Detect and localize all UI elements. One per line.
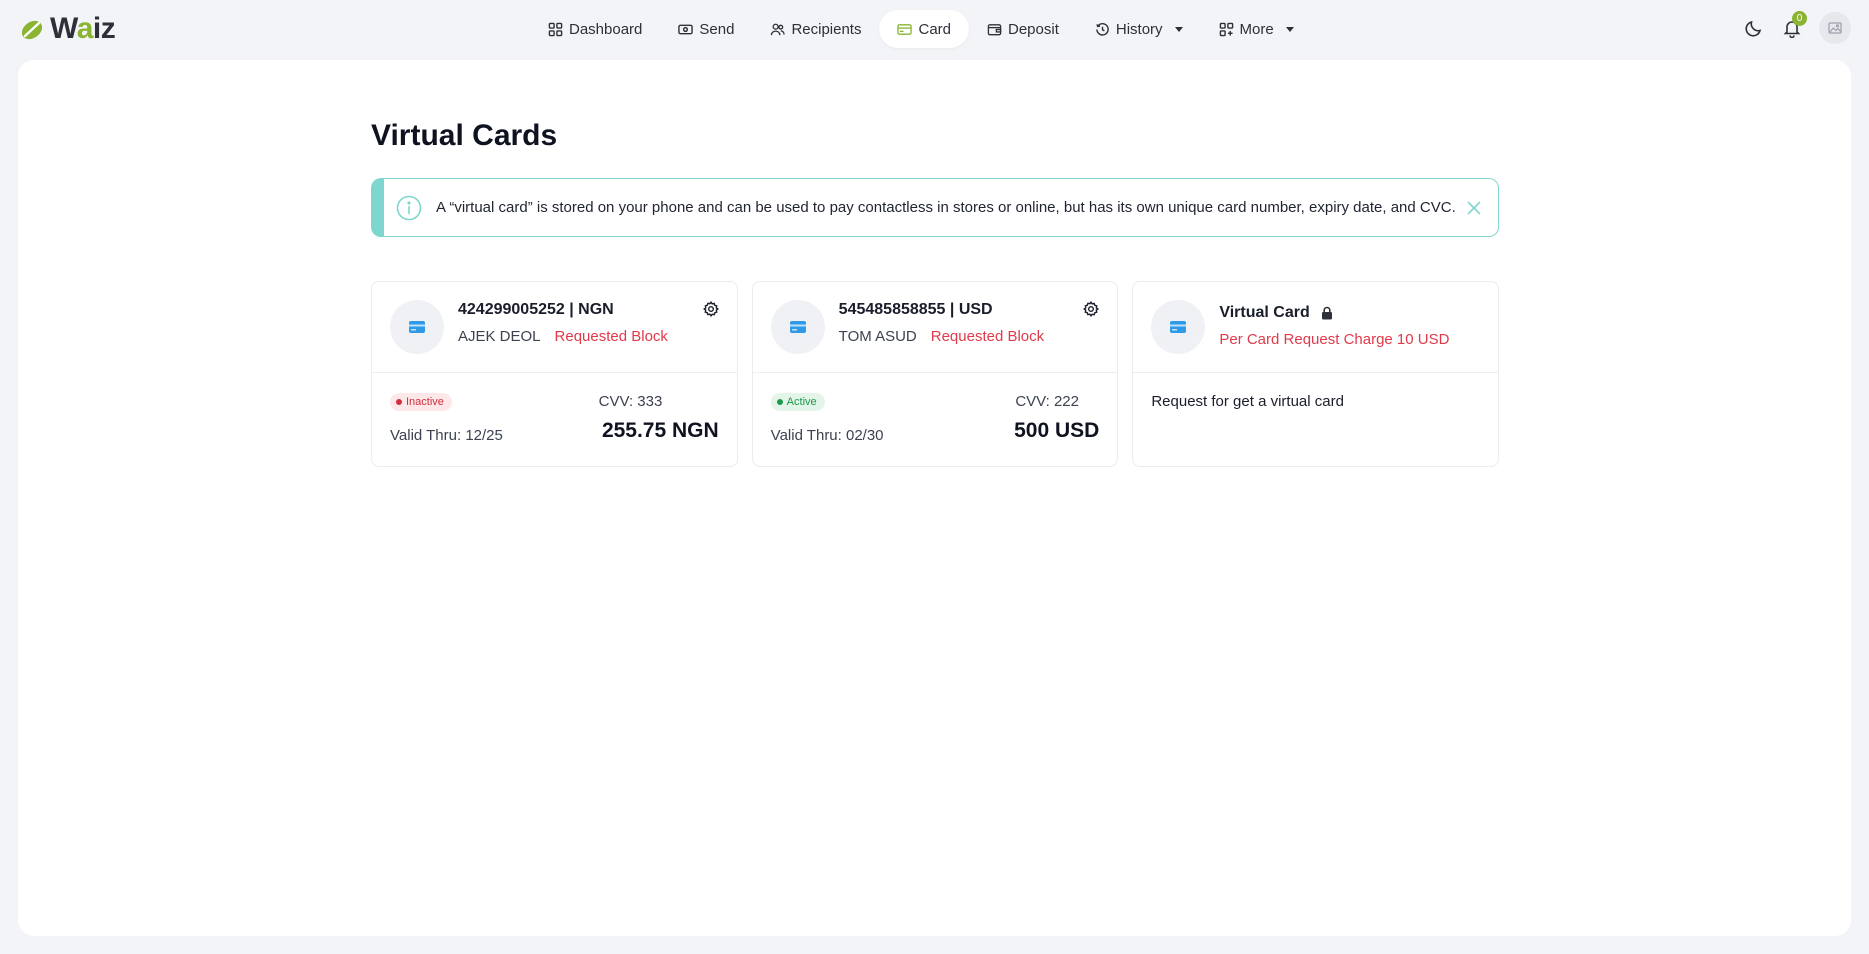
apps-icon <box>1219 22 1233 36</box>
nav-more[interactable]: More <box>1201 10 1312 48</box>
valid-thru: Valid Thru: 02/30 <box>770 427 884 444</box>
user-avatar[interactable] <box>1819 12 1851 44</box>
request-status: Requested Block <box>930 328 1045 345</box>
nav-history-label: History <box>1115 20 1163 38</box>
card-balance: 500 USD <box>1014 419 1100 442</box>
credit-card-icon <box>897 23 913 35</box>
credit-card-icon <box>409 321 425 333</box>
top-header: Waiz Dashboard Send Recipients Card Depo… <box>0 0 1869 56</box>
virtual-card-item[interactable]: 424299005252 | NGN AJEK DEOL Requested Bl… <box>371 281 738 467</box>
valid-thru: Valid Thru: 12/25 <box>390 427 503 444</box>
chevron-down-icon <box>1285 26 1294 32</box>
nav-send[interactable]: Send <box>660 10 752 48</box>
gear-icon[interactable] <box>1083 301 1100 317</box>
card-header: Virtual Card Per Card Request Charge 10 … <box>1133 282 1499 373</box>
nav-dashboard[interactable]: Dashboard <box>530 10 660 48</box>
info-alert: A “virtual card” is stored on your phone… <box>371 178 1499 237</box>
main-nav: Dashboard Send Recipients Card Deposit H… <box>530 10 1312 48</box>
grid-icon <box>548 22 563 36</box>
gear-icon[interactable] <box>702 301 719 317</box>
close-icon[interactable] <box>1464 198 1484 218</box>
card-number: 424299005252 | NGN <box>458 301 614 318</box>
nav-dashboard-label: Dashboard <box>569 20 643 38</box>
brand-logo[interactable]: Waiz <box>18 12 116 46</box>
status-badge: Active <box>770 393 825 411</box>
nav-card-label: Card <box>918 20 951 38</box>
nav-recipients-label: Recipients <box>791 20 862 38</box>
request-virtual-card-link[interactable]: Request for get a virtual card <box>1151 393 1344 410</box>
card-holder: AJEK DEOL Requested Block <box>458 328 668 345</box>
virtual-card-title-text: Virtual Card <box>1219 304 1310 321</box>
image-placeholder-icon <box>1828 22 1842 34</box>
nav-deposit-label: Deposit <box>1008 20 1059 38</box>
notification-count-badge: 0 <box>1792 11 1807 26</box>
card-cvv: CVV: 222 <box>1015 393 1079 410</box>
header-actions: 0 <box>1743 11 1851 44</box>
notifications-button[interactable]: 0 <box>1781 11 1807 39</box>
brand-name: Waiz <box>50 12 116 45</box>
lock-icon <box>1321 306 1332 320</box>
credit-card-icon <box>1170 321 1187 333</box>
nav-history[interactable]: History <box>1077 10 1201 48</box>
card-header: 545485858855 | USD TOM ASUD Requested Blo… <box>752 282 1118 373</box>
cards-list: 424299005252 | NGN AJEK DEOL Requested Bl… <box>371 281 1500 467</box>
virtual-card-title: Virtual Card <box>1219 304 1333 322</box>
credit-card-icon <box>789 321 806 333</box>
request-virtual-card[interactable]: Virtual Card Per Card Request Charge 10 … <box>1132 281 1500 467</box>
card-cvv: CVV: 333 <box>598 393 663 410</box>
card-number: 545485858855 | USD <box>838 301 993 318</box>
users-icon <box>771 23 786 35</box>
card-holder: TOM ASUD Requested Block <box>839 328 1044 345</box>
card-balance: 255.75 NGN <box>601 419 719 442</box>
card-holder-name: AJEK DEOL <box>458 328 541 345</box>
dark-mode-toggle[interactable] <box>1743 17 1765 39</box>
virtual-cards-section: Virtual Cards A “virtual card” is stored… <box>371 116 1500 467</box>
moon-icon <box>1745 20 1762 37</box>
send-money-icon <box>678 24 694 34</box>
card-header: 424299005252 | NGN AJEK DEOL Requested Bl… <box>372 282 737 373</box>
chevron-down-icon <box>1174 26 1183 32</box>
page-title: Virtual Cards <box>371 119 558 152</box>
card-holder-name: TOM ASUD <box>838 328 917 345</box>
nav-recipients[interactable]: Recipients <box>752 10 879 48</box>
card-avatar <box>390 300 444 354</box>
card-avatar <box>1151 300 1206 354</box>
info-icon <box>396 195 422 220</box>
history-icon <box>1096 22 1109 36</box>
nav-card[interactable]: Card <box>879 10 969 48</box>
alert-message: A “virtual card” is stored on your phone… <box>436 199 1456 216</box>
virtual-card-item[interactable]: 545485858855 | USD TOM ASUD Requested Blo… <box>751 281 1119 467</box>
status-badge: Inactive <box>390 393 452 411</box>
wallet-icon <box>987 23 1002 35</box>
nav-deposit[interactable]: Deposit <box>969 10 1077 48</box>
logo-leaf-icon <box>21 20 43 40</box>
nav-send-label: Send <box>699 20 735 38</box>
request-status: Requested Block <box>554 328 668 345</box>
card-avatar <box>770 300 825 354</box>
nav-more-label: More <box>1239 20 1274 38</box>
main-panel: Virtual Cards A “virtual card” is stored… <box>18 60 1851 936</box>
request-charge: Per Card Request Charge 10 USD <box>1219 331 1450 348</box>
